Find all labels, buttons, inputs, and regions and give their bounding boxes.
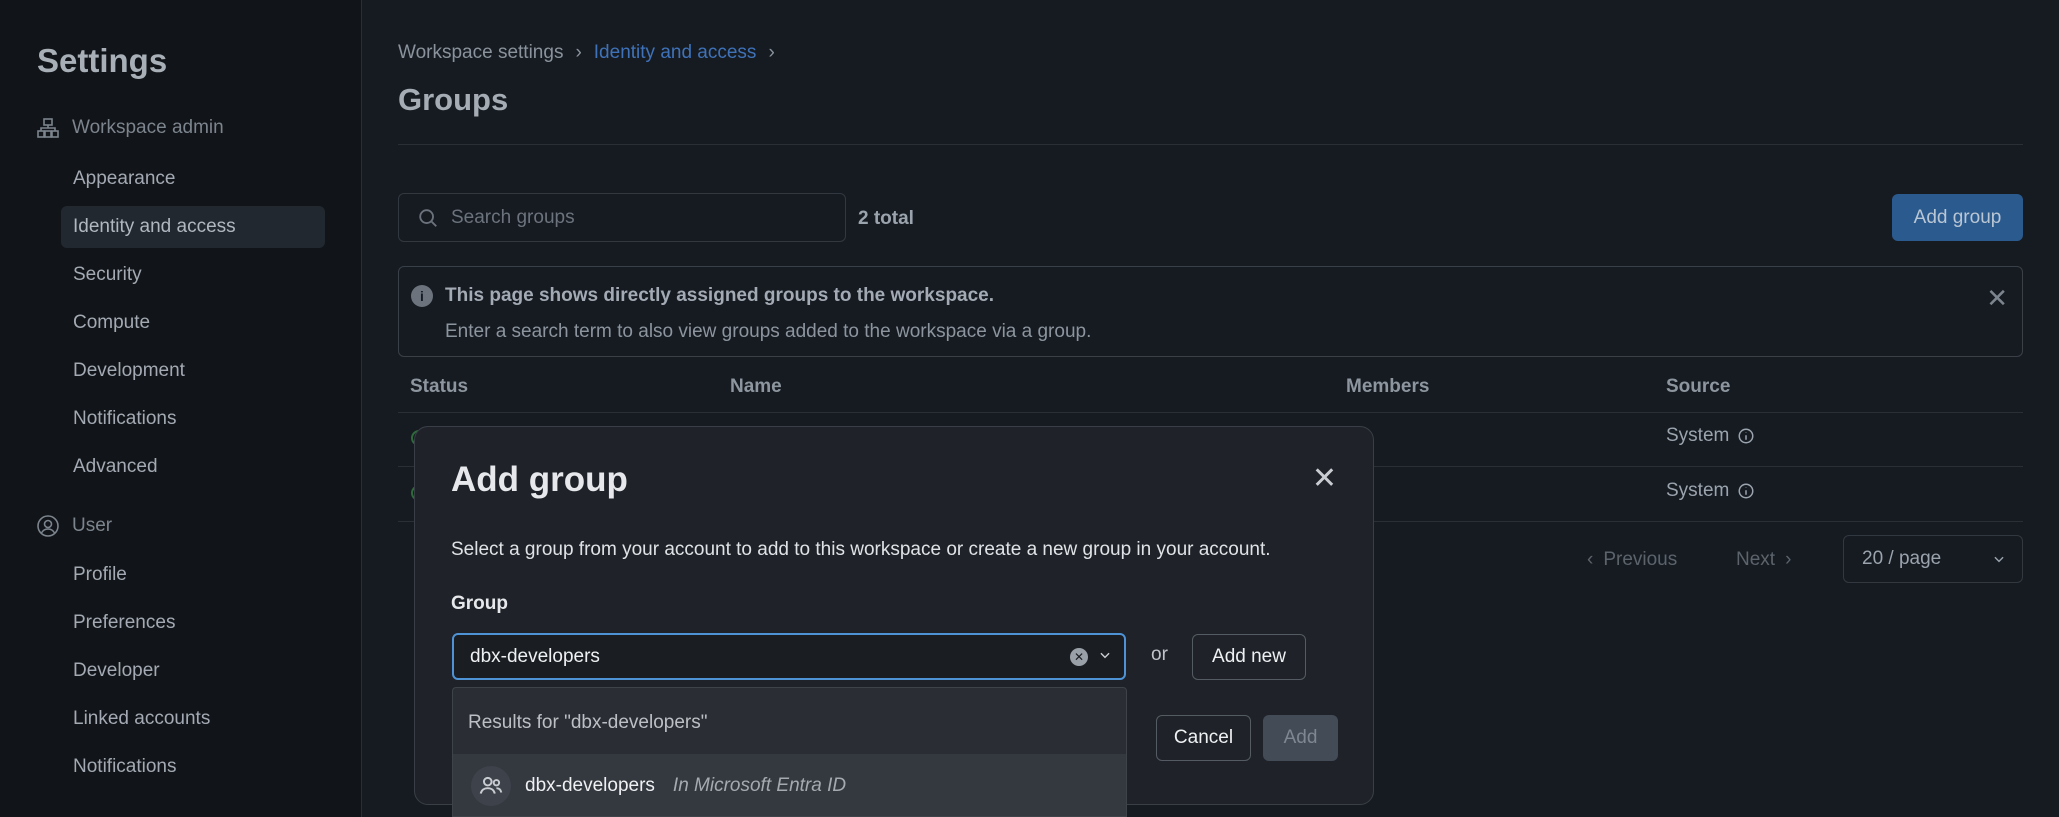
column-header-source[interactable]: Source bbox=[1666, 376, 1730, 398]
breadcrumb: Workspace settings › Identity and access… bbox=[398, 42, 775, 64]
add-new-button[interactable]: Add new bbox=[1192, 634, 1306, 680]
results-header: Results for "dbx-developers" bbox=[468, 712, 708, 733]
breadcrumb-identity-link[interactable]: Identity and access bbox=[594, 42, 757, 64]
sidebar-item-development[interactable]: Development bbox=[61, 350, 325, 392]
workspace-admin-icon bbox=[37, 118, 59, 138]
chevron-down-icon[interactable] bbox=[1098, 648, 1112, 662]
chevron-right-icon: › bbox=[1785, 549, 1792, 570]
info-title: This page shows directly assigned groups… bbox=[445, 285, 995, 306]
settings-sidebar: Settings Workspace admin Appearance Iden… bbox=[0, 0, 362, 817]
header-divider bbox=[398, 144, 2023, 145]
sidebar-title: Settings bbox=[37, 42, 168, 79]
previous-label: Previous bbox=[1603, 549, 1678, 570]
add-group-button[interactable]: Add group bbox=[1892, 194, 2023, 241]
group-field-label: Group bbox=[451, 593, 508, 614]
total-count: 2 total bbox=[858, 208, 914, 229]
sidebar-item-compute[interactable]: Compute bbox=[61, 302, 325, 344]
sidebar-item-identity-and-access[interactable]: Identity and access bbox=[61, 206, 325, 248]
search-icon bbox=[419, 208, 437, 227]
close-icon[interactable]: ✕ bbox=[1986, 283, 2008, 314]
info-circle-icon[interactable] bbox=[1737, 427, 1755, 445]
user-icon bbox=[37, 515, 59, 537]
search-input[interactable]: Search groups bbox=[398, 193, 846, 242]
page-size-value: 20 / page bbox=[1862, 548, 1942, 569]
table-divider bbox=[398, 412, 2023, 413]
sidebar-item-appearance[interactable]: Appearance bbox=[61, 158, 325, 200]
page-size-select[interactable]: 20 / page bbox=[1843, 535, 2023, 583]
option-source: In Microsoft Entra ID bbox=[672, 775, 847, 796]
next-page-button[interactable]: Next › bbox=[1736, 549, 1791, 571]
table-row-source: System bbox=[1666, 480, 1755, 502]
add-button[interactable]: Add bbox=[1263, 715, 1338, 761]
sidebar-item-user-notifications[interactable]: Notifications bbox=[61, 746, 325, 788]
breadcrumb-separator: › bbox=[768, 42, 775, 63]
sidebar-item-security[interactable]: Security bbox=[61, 254, 325, 296]
close-icon[interactable]: ✕ bbox=[1312, 461, 1337, 496]
user-section: User bbox=[36, 514, 112, 538]
chevron-left-icon: ‹ bbox=[1587, 549, 1594, 570]
sidebar-item-profile[interactable]: Profile bbox=[61, 554, 325, 596]
breadcrumb-separator: › bbox=[575, 42, 582, 63]
page-title: Groups bbox=[398, 82, 509, 117]
workspace-admin-section: Workspace admin bbox=[36, 116, 224, 140]
info-circle-icon[interactable] bbox=[1737, 482, 1755, 500]
option-name: dbx-developers bbox=[525, 775, 655, 796]
info-icon: i bbox=[411, 285, 433, 307]
table-row-source: System bbox=[1666, 425, 1755, 447]
sidebar-item-notifications[interactable]: Notifications bbox=[61, 398, 325, 440]
dialog-description: Select a group from your account to add … bbox=[451, 539, 1271, 560]
group-icon bbox=[471, 766, 511, 806]
group-combobox-value: dbx-developers bbox=[470, 645, 600, 667]
chevron-down-icon bbox=[1994, 556, 2004, 563]
source-value: System bbox=[1666, 425, 1730, 446]
column-header-name[interactable]: Name bbox=[730, 376, 782, 398]
sidebar-item-advanced[interactable]: Advanced bbox=[61, 446, 325, 488]
list-item[interactable]: dbx-developers In Microsoft Entra ID bbox=[453, 754, 1126, 816]
or-label: or bbox=[1151, 644, 1168, 665]
workspace-admin-label: Workspace admin bbox=[72, 117, 224, 138]
group-search-results: Results for "dbx-developers" dbx-develop… bbox=[452, 687, 1127, 817]
sidebar-item-developer[interactable]: Developer bbox=[61, 650, 325, 692]
cancel-button[interactable]: Cancel bbox=[1156, 715, 1251, 761]
info-banner: i This page shows directly assigned grou… bbox=[398, 266, 2023, 357]
next-label: Next bbox=[1736, 549, 1776, 570]
previous-page-button[interactable]: ‹ Previous bbox=[1587, 549, 1677, 571]
info-text: Enter a search term to also view groups … bbox=[445, 321, 1092, 342]
source-value: System bbox=[1666, 480, 1730, 501]
search-placeholder: Search groups bbox=[451, 206, 575, 228]
clear-icon[interactable]: ✕ bbox=[1070, 648, 1088, 666]
column-header-members[interactable]: Members bbox=[1346, 376, 1429, 398]
column-header-status[interactable]: Status bbox=[410, 376, 468, 398]
breadcrumb-root[interactable]: Workspace settings bbox=[398, 42, 563, 64]
sidebar-item-preferences[interactable]: Preferences bbox=[61, 602, 325, 644]
dialog-title: Add group bbox=[451, 460, 628, 499]
user-label: User bbox=[72, 515, 113, 536]
group-combobox[interactable]: dbx-developers ✕ bbox=[452, 633, 1126, 680]
sidebar-item-linked-accounts[interactable]: Linked accounts bbox=[61, 698, 325, 740]
